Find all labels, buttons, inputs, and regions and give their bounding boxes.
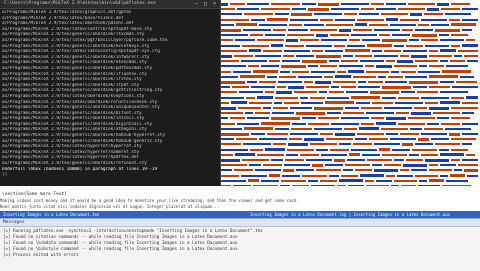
- close-icon[interactable]: ×: [211, 1, 218, 7]
- terminal-output: a/Programs/MikTeX 2.9/tex/latex/graphics…: [2, 10, 218, 184]
- tab-other-files[interactable]: Inserting Images in a Latex Document.log…: [250, 212, 450, 217]
- message-line[interactable]: [=] Running pdflatex.exe -synctex=1 -int…: [3, 228, 477, 233]
- minimize-icon[interactable]: –: [193, 1, 200, 7]
- terminal-title-bar[interactable]: C:\Users\Programs\MikTeX 2.9\miktex\bin\…: [0, 0, 220, 9]
- maximize-icon[interactable]: □: [202, 1, 209, 7]
- terminal-window[interactable]: C:\Users\Programs\MikTeX 2.9\miktex\bin\…: [0, 0, 221, 186]
- editor-body-line: Making videos cost money and it would be…: [0, 198, 299, 203]
- editor-divider: [0, 186, 480, 190]
- tab-current-file[interactable]: Inserting Images in a Latex Document.tex: [3, 212, 99, 217]
- message-line[interactable]: [=] Found no \bibstyle command -- while …: [3, 246, 477, 251]
- message-line[interactable]: [=] Process exited with errors: [3, 252, 477, 257]
- messages-title: Messages: [3, 220, 25, 225]
- tab-bar: Inserting Images in a Latex Document.tex…: [0, 211, 480, 218]
- editor-body-line: Nunc mattis justo vitae nisi sodales dig…: [0, 204, 220, 209]
- message-line[interactable]: [=] Found no citation commands -- while …: [3, 234, 477, 239]
- messages-header: Messages: [0, 219, 480, 227]
- terminal-title: C:\Users\Programs\MikTeX 2.9\miktex\bin\…: [4, 1, 156, 6]
- messages-pane[interactable]: Messages [=] Running pdflatex.exe -synct…: [0, 218, 480, 271]
- terminal-line: []: [2, 172, 8, 178]
- message-line[interactable]: [=] Found no \bibdata commands -- while …: [3, 240, 477, 245]
